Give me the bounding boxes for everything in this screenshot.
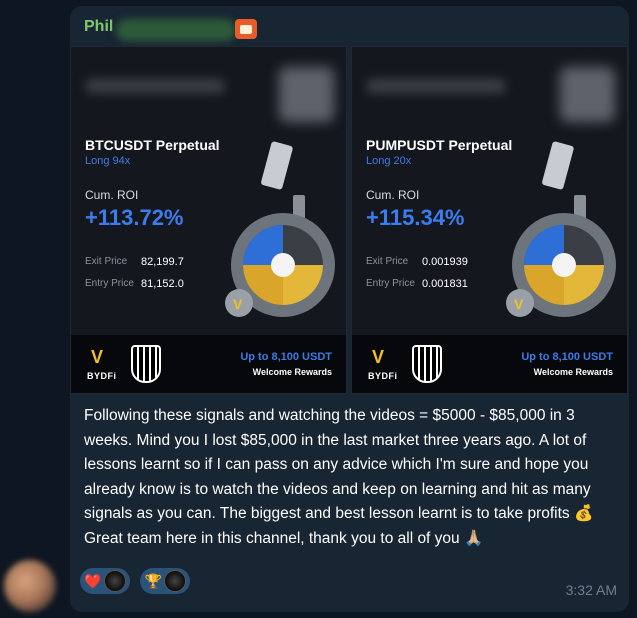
entry-price-label: Entry Price xyxy=(366,278,415,289)
heart-icon: ❤️ xyxy=(84,572,102,589)
reaction-trophy[interactable]: 🏆 xyxy=(140,568,191,594)
promo-text: Up to 8,100 USDT xyxy=(240,351,332,363)
reactor-avatar xyxy=(104,570,126,592)
message-bubble: Phil BTCUSDT Perpetual Long 94x Cum. ROI… xyxy=(70,6,629,612)
trade-leverage: Long 20x xyxy=(366,155,412,167)
roi-value: +115.34% xyxy=(366,205,465,230)
exit-price-label: Exit Price xyxy=(366,256,409,267)
redacted-qr-code xyxy=(560,67,615,122)
message-text: Following these signals and watching the… xyxy=(84,407,594,547)
entry-price-value: 0.001831 xyxy=(422,278,468,290)
brand-name: BYDFi xyxy=(87,371,117,381)
redacted-sender-name xyxy=(116,19,236,41)
coin-illustration-icon: V xyxy=(506,141,616,317)
sender-name[interactable]: Phil xyxy=(84,18,113,36)
trophy-icon: 🏆 xyxy=(144,572,163,589)
reactor-avatar xyxy=(164,570,187,592)
card-footer: V BYDFi Up to 8,100 USDT Welcome Rewards xyxy=(71,335,346,393)
trade-leverage: Long 94x xyxy=(85,155,131,167)
redacted-user-info xyxy=(85,79,225,93)
svg-text:V: V xyxy=(514,296,524,312)
sender-avatar[interactable] xyxy=(4,560,56,612)
roi-label: Cum. ROI xyxy=(85,188,139,202)
svg-text:V: V xyxy=(233,296,243,312)
trade-card-btc[interactable]: BTCUSDT Perpetual Long 94x Cum. ROI +113… xyxy=(70,46,347,394)
bydfi-logo-icon: V xyxy=(372,347,385,367)
trade-card-pump[interactable]: PUMPUSDT Perpetual Long 20x Cum. ROI +11… xyxy=(351,46,628,394)
roi-value: +113.72% xyxy=(85,205,184,230)
trade-pair: PUMPUSDT Perpetual xyxy=(366,137,513,153)
redacted-qr-code xyxy=(279,67,334,122)
exit-price-label: Exit Price xyxy=(85,256,128,267)
club-crest-icon xyxy=(131,345,161,383)
trade-pair: BTCUSDT Perpetual xyxy=(85,137,220,153)
entry-price-value: 81,152.0 xyxy=(141,278,184,290)
brand-name: BYDFi xyxy=(368,371,398,381)
promo-subtext: Welcome Rewards xyxy=(252,367,332,377)
reactions-bar: ❤️ 🏆 xyxy=(80,568,196,594)
reaction-heart[interactable]: ❤️ xyxy=(80,568,130,594)
club-crest-icon xyxy=(412,345,442,383)
promo-text: Up to 8,100 USDT xyxy=(521,351,613,363)
exit-price-value: 82,199.7 xyxy=(141,256,184,268)
sender-badge-icon xyxy=(235,19,257,39)
promo-subtext: Welcome Rewards xyxy=(533,367,613,377)
redacted-user-info xyxy=(366,79,506,93)
message-timestamp: 3:32 AM xyxy=(565,582,617,598)
card-footer: V BYDFi Up to 8,100 USDT Welcome Rewards xyxy=(352,335,627,393)
exit-price-value: 0.001939 xyxy=(422,256,468,268)
coin-illustration-icon: V xyxy=(225,141,335,317)
bydfi-logo-icon: V xyxy=(91,347,104,367)
roi-label: Cum. ROI xyxy=(366,188,420,202)
entry-price-label: Entry Price xyxy=(85,278,134,289)
